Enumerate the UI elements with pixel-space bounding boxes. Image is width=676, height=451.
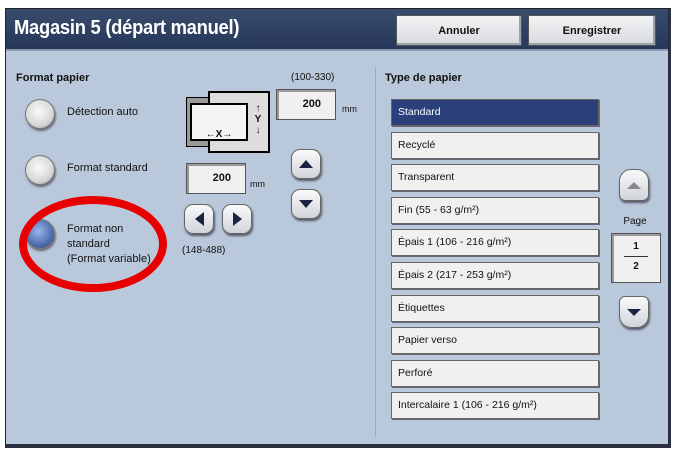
paper-tray-diagram: ←X→ ↑ Y ↓ [186, 91, 270, 153]
section-divider [375, 67, 376, 437]
diagram-y-label: ↑ Y ↓ [254, 103, 262, 136]
paper-type-item[interactable]: Fin (55 - 63 g/m²) [391, 196, 599, 224]
arrow-up-icon [627, 181, 641, 189]
paper-type-item[interactable]: Standard [391, 99, 599, 126]
arrow-up-icon [299, 160, 313, 168]
x-increase-button[interactable] [222, 204, 252, 234]
paper-type-item[interactable]: Épais 1 (106 - 216 g/m²) [391, 229, 599, 257]
page-label: Page [623, 216, 647, 227]
paper-type-item[interactable]: Intercalaire 1 (106 - 216 g/m²) [391, 392, 599, 420]
current-page: 1 [633, 241, 639, 252]
tray-settings-window: Magasin 5 (départ manuel) Annuler Enregi… [5, 8, 671, 448]
paper-type-item[interactable]: Transparent [391, 164, 599, 192]
paper-type-heading: Type de papier [385, 72, 462, 84]
title-bar: Magasin 5 (départ manuel) Annuler Enregi… [6, 9, 668, 51]
x-unit: mm [250, 179, 265, 189]
y-increase-button[interactable] [291, 149, 321, 179]
highlight-ellipse [19, 196, 167, 292]
y-unit: mm [342, 104, 357, 114]
paper-type-item[interactable]: Papier verso [391, 327, 599, 355]
x-size-input[interactable]: 200 [186, 163, 246, 194]
radio-auto-detect-label: Détection auto [67, 106, 138, 118]
radio-standard-format[interactable] [25, 155, 55, 185]
arrow-down-icon [299, 200, 313, 208]
total-pages: 2 [633, 261, 639, 272]
arrow-left-icon [194, 212, 204, 226]
x-decrease-button[interactable] [184, 204, 214, 234]
page-down-button[interactable] [619, 296, 649, 328]
y-range: (100-330) [291, 72, 335, 83]
y-decrease-button[interactable] [291, 189, 321, 219]
cancel-button[interactable]: Annuler [396, 15, 522, 46]
paper-type-item[interactable]: Perforé [391, 359, 599, 387]
radio-standard-format-label: Format standard [67, 162, 148, 174]
diagram-x-label: ←X→ [205, 129, 233, 140]
paper-type-item[interactable]: Étiquettes [391, 294, 599, 322]
paper-format-heading: Format papier [16, 72, 90, 84]
y-size-input[interactable]: 200 [276, 89, 336, 120]
page-title: Magasin 5 (départ manuel) [14, 17, 240, 39]
arrow-down-icon [627, 308, 641, 316]
save-button[interactable]: Enregistrer [528, 15, 656, 46]
page-up-button[interactable] [619, 169, 649, 201]
paper-type-item[interactable]: Épais 2 (217 - 253 g/m²) [391, 262, 599, 289]
paper-type-item[interactable]: Recyclé [391, 131, 599, 159]
radio-auto-detect[interactable] [25, 99, 55, 129]
x-range: (148-488) [182, 245, 226, 256]
page-indicator: 1 2 [611, 233, 661, 283]
arrow-right-icon [232, 212, 242, 226]
